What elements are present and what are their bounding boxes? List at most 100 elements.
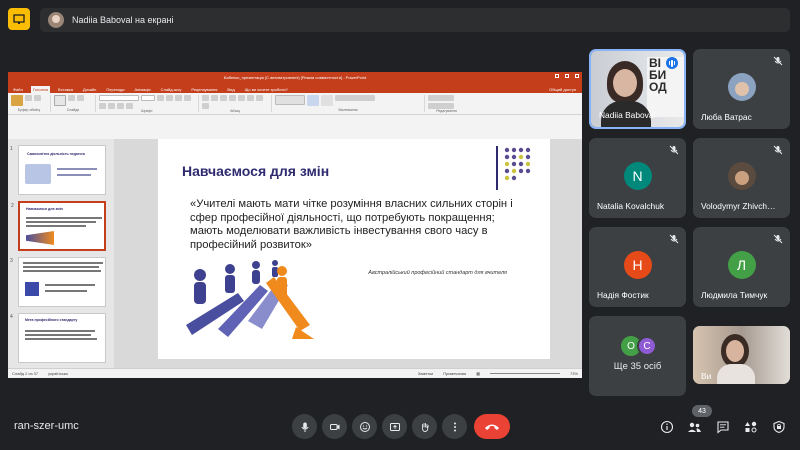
tab-design[interactable]: Дизайн — [81, 86, 98, 93]
font-group: Шрифт — [99, 95, 199, 113]
editing-group: Редагування — [428, 95, 468, 113]
share-button[interactable]: Общий доступ — [547, 86, 578, 93]
ppt-title-bar: Бабенко_презентація (С автовзтровлені) [… — [8, 72, 582, 83]
tab-animations[interactable]: Анімація — [133, 86, 153, 93]
paste-icon[interactable] — [11, 95, 23, 106]
host-controls-icon — [772, 420, 785, 433]
participant-tile-4[interactable]: Н Надія Фостик — [589, 227, 686, 307]
slide-thumb-2[interactable]: 2 Навчаємося для змін — [11, 201, 106, 251]
minimize-icon[interactable] — [555, 74, 559, 78]
participant-name: Людмила Тимчук — [701, 290, 768, 300]
chat-button[interactable] — [714, 418, 731, 435]
paragraph-group: Абзац — [202, 95, 272, 113]
zoom-slider[interactable] — [489, 373, 560, 374]
emoji-button[interactable] — [352, 414, 377, 439]
zoom-level[interactable]: 73% — [570, 371, 578, 376]
more-vert-icon — [453, 422, 456, 431]
more-participants-label: Ще 35 осіб — [613, 361, 662, 372]
raise-hand-button[interactable] — [412, 414, 437, 439]
meet-window: Nadiia Baboval на екрані Бабенко_презент… — [0, 0, 800, 450]
info-icon — [660, 420, 673, 433]
new-slide-icon[interactable] — [54, 95, 66, 106]
mic-button[interactable] — [292, 414, 317, 439]
ppt-ribbon: Буфер обміну Слайди Шрифт Абзац Малюванн… — [8, 93, 582, 115]
slide-thumb-4[interactable]: 4 Мета професійного стандарту — [10, 313, 106, 363]
participant-avatar: N — [623, 162, 652, 190]
slide-thumb-1[interactable]: 1 Самоосвітня діяльність педагога — [10, 145, 106, 195]
self-label: Ви — [701, 371, 712, 381]
more-avatar-2: C — [637, 336, 657, 356]
slide-quote: «Учителі мають мати чітке розуміння влас… — [190, 198, 513, 251]
ppt-status-bar: Слайд 2 из 37 українська Заметки Примеча… — [8, 368, 582, 378]
shared-screen: Бабенко_презентація (С автовзтровлені) [… — [8, 72, 582, 378]
tell-me-search[interactable]: Що ви хочете зробити? — [243, 86, 290, 93]
present-button[interactable] — [382, 414, 407, 439]
chat-icon — [716, 420, 729, 434]
comments-button[interactable]: Примечания — [443, 371, 466, 376]
slide-thumb-3[interactable]: 3 — [10, 257, 106, 307]
more-options-button[interactable] — [442, 414, 467, 439]
participant-tile-1[interactable]: Люба Ватрас — [693, 49, 790, 129]
people-button[interactable] — [686, 418, 703, 435]
raise-hand-icon — [421, 422, 429, 432]
notes-button[interactable]: Заметки — [418, 371, 433, 376]
presenting-banner: Nadiia Baboval на екрані — [40, 8, 790, 32]
participant-name: Volodymyr Zhivch… — [701, 201, 776, 211]
activities-icon — [744, 421, 756, 432]
tab-slideshow[interactable]: Слайд-шоу — [159, 86, 184, 93]
end-call-icon — [485, 424, 499, 430]
tab-view[interactable]: Вид — [225, 86, 236, 93]
activities-button[interactable] — [742, 418, 759, 435]
presentation-icon — [13, 14, 25, 24]
slide-editor: Навчаємося для змін «Учителі мають мати … — [114, 139, 582, 368]
view-normal-icon[interactable]: ▦ — [476, 371, 480, 376]
camera-icon — [329, 423, 339, 430]
drawing-group: Малювання — [275, 95, 425, 112]
language-indicator[interactable]: українська — [48, 371, 68, 376]
participant-tile-2[interactable]: N Natalia Kovalchuk — [589, 138, 686, 218]
camera-button[interactable] — [322, 414, 347, 439]
tab-file[interactable]: Файл — [11, 86, 25, 93]
slide-thumbnails: 1 Самоосвітня діяльність педагога 2 Навч… — [8, 139, 114, 368]
end-call-button[interactable] — [474, 414, 510, 439]
mic-icon — [300, 422, 309, 432]
clipboard-group: Буфер обміну — [11, 95, 51, 112]
accent-line — [496, 146, 498, 190]
speaking-indicator-icon — [666, 57, 678, 69]
mic-off-icon — [669, 234, 679, 244]
ppt-workspace: 1 Самоосвітня діяльність педагога 2 Навч… — [8, 139, 582, 368]
slide-counter: Слайд 2 из 37 — [12, 371, 39, 376]
tab-insert[interactable]: Вставка — [56, 86, 75, 93]
mic-off-icon — [773, 56, 783, 66]
present-icon — [389, 422, 400, 431]
participant-name: Надія Фостик — [597, 290, 649, 300]
tab-transitions[interactable]: Переходи — [104, 86, 126, 93]
decorative-dots — [504, 147, 531, 181]
ppt-ribbon-tabs: Файл Головна Вставка Дизайн Переходи Ані… — [8, 83, 582, 93]
more-participants-tile[interactable]: O C Ще 35 осіб — [589, 316, 686, 396]
tab-review[interactable]: Рецензування — [189, 86, 219, 93]
slide-title: Навчаємося для змін — [182, 163, 330, 179]
people-arrows-image — [186, 260, 314, 339]
host-controls-button[interactable] — [770, 418, 787, 435]
participant-photo — [727, 162, 756, 190]
participant-name: Natalia Kovalchuk — [597, 201, 665, 211]
close-icon[interactable] — [575, 74, 579, 78]
people-icon — [688, 422, 701, 432]
self-view-tile[interactable]: Ви — [693, 326, 790, 384]
maximize-icon[interactable] — [565, 74, 569, 78]
meeting-code[interactable]: ran-szer-umc — [14, 420, 79, 432]
participant-tile-presenter[interactable]: ВІ БИ ОД Nadiia Baboval — [589, 49, 686, 129]
presenting-label: Nadiia Baboval на екрані — [72, 15, 174, 25]
meeting-details-button[interactable] — [658, 418, 675, 435]
tab-home[interactable]: Головна — [30, 86, 51, 93]
participant-avatar: Л — [727, 251, 756, 279]
slides-app-icon[interactable] — [8, 8, 30, 30]
current-slide[interactable]: Навчаємося для змін «Учителі мають мати … — [158, 139, 550, 359]
ppt-window-title: Бабенко_презентація (С автовзтровлені) [… — [223, 75, 367, 80]
slides-group: Слайди — [54, 95, 96, 112]
participant-tile-3[interactable]: Volodymyr Zhivch… — [693, 138, 790, 218]
slide-citation: Австралійський професійний стандарт для … — [368, 270, 507, 276]
mic-off-icon — [669, 145, 679, 155]
participant-tile-5[interactable]: Л Людмила Тимчук — [693, 227, 790, 307]
